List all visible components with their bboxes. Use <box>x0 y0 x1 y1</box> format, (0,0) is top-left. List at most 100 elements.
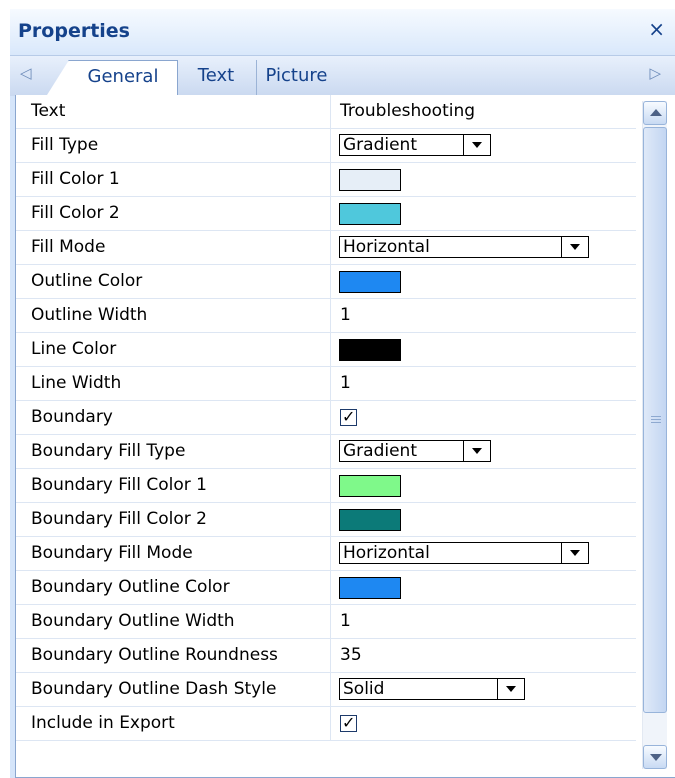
property-row-boundary-fill-color-1[interactable]: Boundary Fill Color 1 <box>16 469 636 503</box>
property-name: Fill Color 1 <box>31 169 120 189</box>
property-row-fill-mode[interactable]: Fill Mode Horizontal <box>16 231 636 265</box>
outline-color-swatch[interactable] <box>339 271 401 293</box>
dropdown-arrow-icon[interactable] <box>463 135 490 155</box>
property-row-boundary-fill-color-2[interactable]: Boundary Fill Color 2 <box>16 503 636 537</box>
column-divider <box>330 129 331 162</box>
panel-header: Properties × <box>10 9 675 55</box>
dropdown-value: Horizontal <box>343 543 430 563</box>
dropdown-arrow-icon[interactable] <box>561 237 588 257</box>
close-icon[interactable]: × <box>648 19 665 39</box>
property-row-boundary-outline-width[interactable]: Boundary Outline Width 1 <box>16 605 636 639</box>
dropdown-value: Solid <box>343 679 385 699</box>
column-divider <box>330 469 331 502</box>
property-name: Boundary Fill Color 2 <box>31 509 207 529</box>
property-row-fill-type[interactable]: Fill Type Gradient <box>16 129 636 163</box>
column-divider <box>330 265 331 298</box>
property-name: Boundary Fill Color 1 <box>31 475 207 495</box>
column-divider <box>330 639 331 672</box>
panel-title: Properties <box>18 20 130 42</box>
property-row-boundary-fill-type[interactable]: Boundary Fill Type Gradient <box>16 435 636 469</box>
column-divider <box>330 503 331 536</box>
property-name: Line Color <box>31 339 117 359</box>
property-name: Text <box>31 101 66 121</box>
fill-mode-dropdown[interactable]: Horizontal <box>339 236 589 258</box>
boundary-fill-mode-dropdown[interactable]: Horizontal <box>339 542 589 564</box>
include-in-export-checkbox[interactable] <box>340 713 357 732</box>
scroll-down-icon[interactable] <box>643 745 667 769</box>
column-divider <box>330 673 331 706</box>
grip-icon <box>651 416 661 425</box>
property-name: Fill Type <box>31 135 99 155</box>
column-divider <box>330 367 331 400</box>
property-row-outline-color[interactable]: Outline Color <box>16 265 636 299</box>
line-width-value[interactable]: 1 <box>340 367 351 400</box>
tab-general[interactable]: General <box>47 60 178 95</box>
property-name: Include in Export <box>31 713 175 733</box>
fill-color-2-swatch[interactable] <box>339 203 401 225</box>
scroll-thumb[interactable] <box>643 127 667 713</box>
property-rows: Text Troubleshooting Fill Type Gradient … <box>16 95 636 741</box>
properties-panel: Properties × ◁ General Text Picture ▷ Te… <box>10 9 675 778</box>
boundary-fill-color-1-swatch[interactable] <box>339 475 401 497</box>
column-divider <box>330 333 331 366</box>
outline-width-value[interactable]: 1 <box>340 299 351 332</box>
property-name: Fill Mode <box>31 237 106 257</box>
property-grid: Text Troubleshooting Fill Type Gradient … <box>15 95 675 778</box>
property-name: Boundary <box>31 407 113 427</box>
column-divider <box>330 605 331 638</box>
fill-type-dropdown[interactable]: Gradient <box>339 134 491 156</box>
property-row-text[interactable]: Text Troubleshooting <box>16 95 636 129</box>
property-row-include-in-export[interactable]: Include in Export <box>16 707 636 741</box>
column-divider <box>330 571 331 604</box>
vertical-scrollbar[interactable] <box>642 101 667 769</box>
text-value[interactable]: Troubleshooting <box>340 95 475 128</box>
dropdown-arrow-icon[interactable] <box>463 441 490 461</box>
dropdown-arrow-icon[interactable] <box>561 543 588 563</box>
property-name: Outline Width <box>31 305 148 325</box>
boundary-outline-width-value[interactable]: 1 <box>340 605 351 638</box>
column-divider <box>330 299 331 332</box>
tab-picture[interactable]: Picture <box>256 60 336 95</box>
dropdown-value: Gradient <box>343 441 417 461</box>
column-divider <box>330 435 331 468</box>
property-name: Boundary Outline Width <box>31 611 235 631</box>
boundary-outline-roundness-value[interactable]: 35 <box>340 639 362 672</box>
property-name: Boundary Fill Mode <box>31 543 193 563</box>
property-name: Boundary Outline Color <box>31 577 230 597</box>
dropdown-value: Gradient <box>343 135 417 155</box>
property-row-fill-color-2[interactable]: Fill Color 2 <box>16 197 636 231</box>
property-row-boundary[interactable]: Boundary <box>16 401 636 435</box>
property-row-fill-color-1[interactable]: Fill Color 1 <box>16 163 636 197</box>
property-name: Line Width <box>31 373 122 393</box>
property-name: Fill Color 2 <box>31 203 120 223</box>
property-name: Outline Color <box>31 271 143 291</box>
property-row-boundary-fill-mode[interactable]: Boundary Fill Mode Horizontal <box>16 537 636 571</box>
tab-scroll-left-icon[interactable]: ◁ <box>20 64 32 82</box>
tab-text[interactable]: Text <box>186 60 246 95</box>
tab-scroll-right-icon[interactable]: ▷ <box>649 64 661 82</box>
column-divider <box>330 707 331 740</box>
property-row-line-width[interactable]: Line Width 1 <box>16 367 636 401</box>
property-row-outline-width[interactable]: Outline Width 1 <box>16 299 636 333</box>
dash-style-dropdown[interactable]: Solid <box>339 678 525 700</box>
property-row-boundary-outline-roundness[interactable]: Boundary Outline Roundness 35 <box>16 639 636 673</box>
scroll-up-icon[interactable] <box>643 101 667 125</box>
boundary-fill-color-2-swatch[interactable] <box>339 509 401 531</box>
column-divider <box>330 231 331 264</box>
column-divider <box>330 95 331 128</box>
property-row-boundary-outline-dash-style[interactable]: Boundary Outline Dash Style Solid <box>16 673 636 707</box>
boundary-checkbox[interactable] <box>340 407 357 426</box>
line-color-swatch[interactable] <box>339 339 401 361</box>
column-divider <box>330 401 331 434</box>
property-row-boundary-outline-color[interactable]: Boundary Outline Color <box>16 571 636 605</box>
property-row-line-color[interactable]: Line Color <box>16 333 636 367</box>
property-name: Boundary Outline Roundness <box>31 645 278 665</box>
fill-color-1-swatch[interactable] <box>339 169 401 191</box>
tab-strip: ◁ General Text Picture ▷ <box>10 55 675 96</box>
boundary-outline-color-swatch[interactable] <box>339 577 401 599</box>
property-name: Boundary Outline Dash Style <box>31 679 277 699</box>
dropdown-arrow-icon[interactable] <box>497 679 524 699</box>
column-divider <box>330 537 331 570</box>
property-name: Boundary Fill Type <box>31 441 186 461</box>
boundary-fill-type-dropdown[interactable]: Gradient <box>339 440 491 462</box>
